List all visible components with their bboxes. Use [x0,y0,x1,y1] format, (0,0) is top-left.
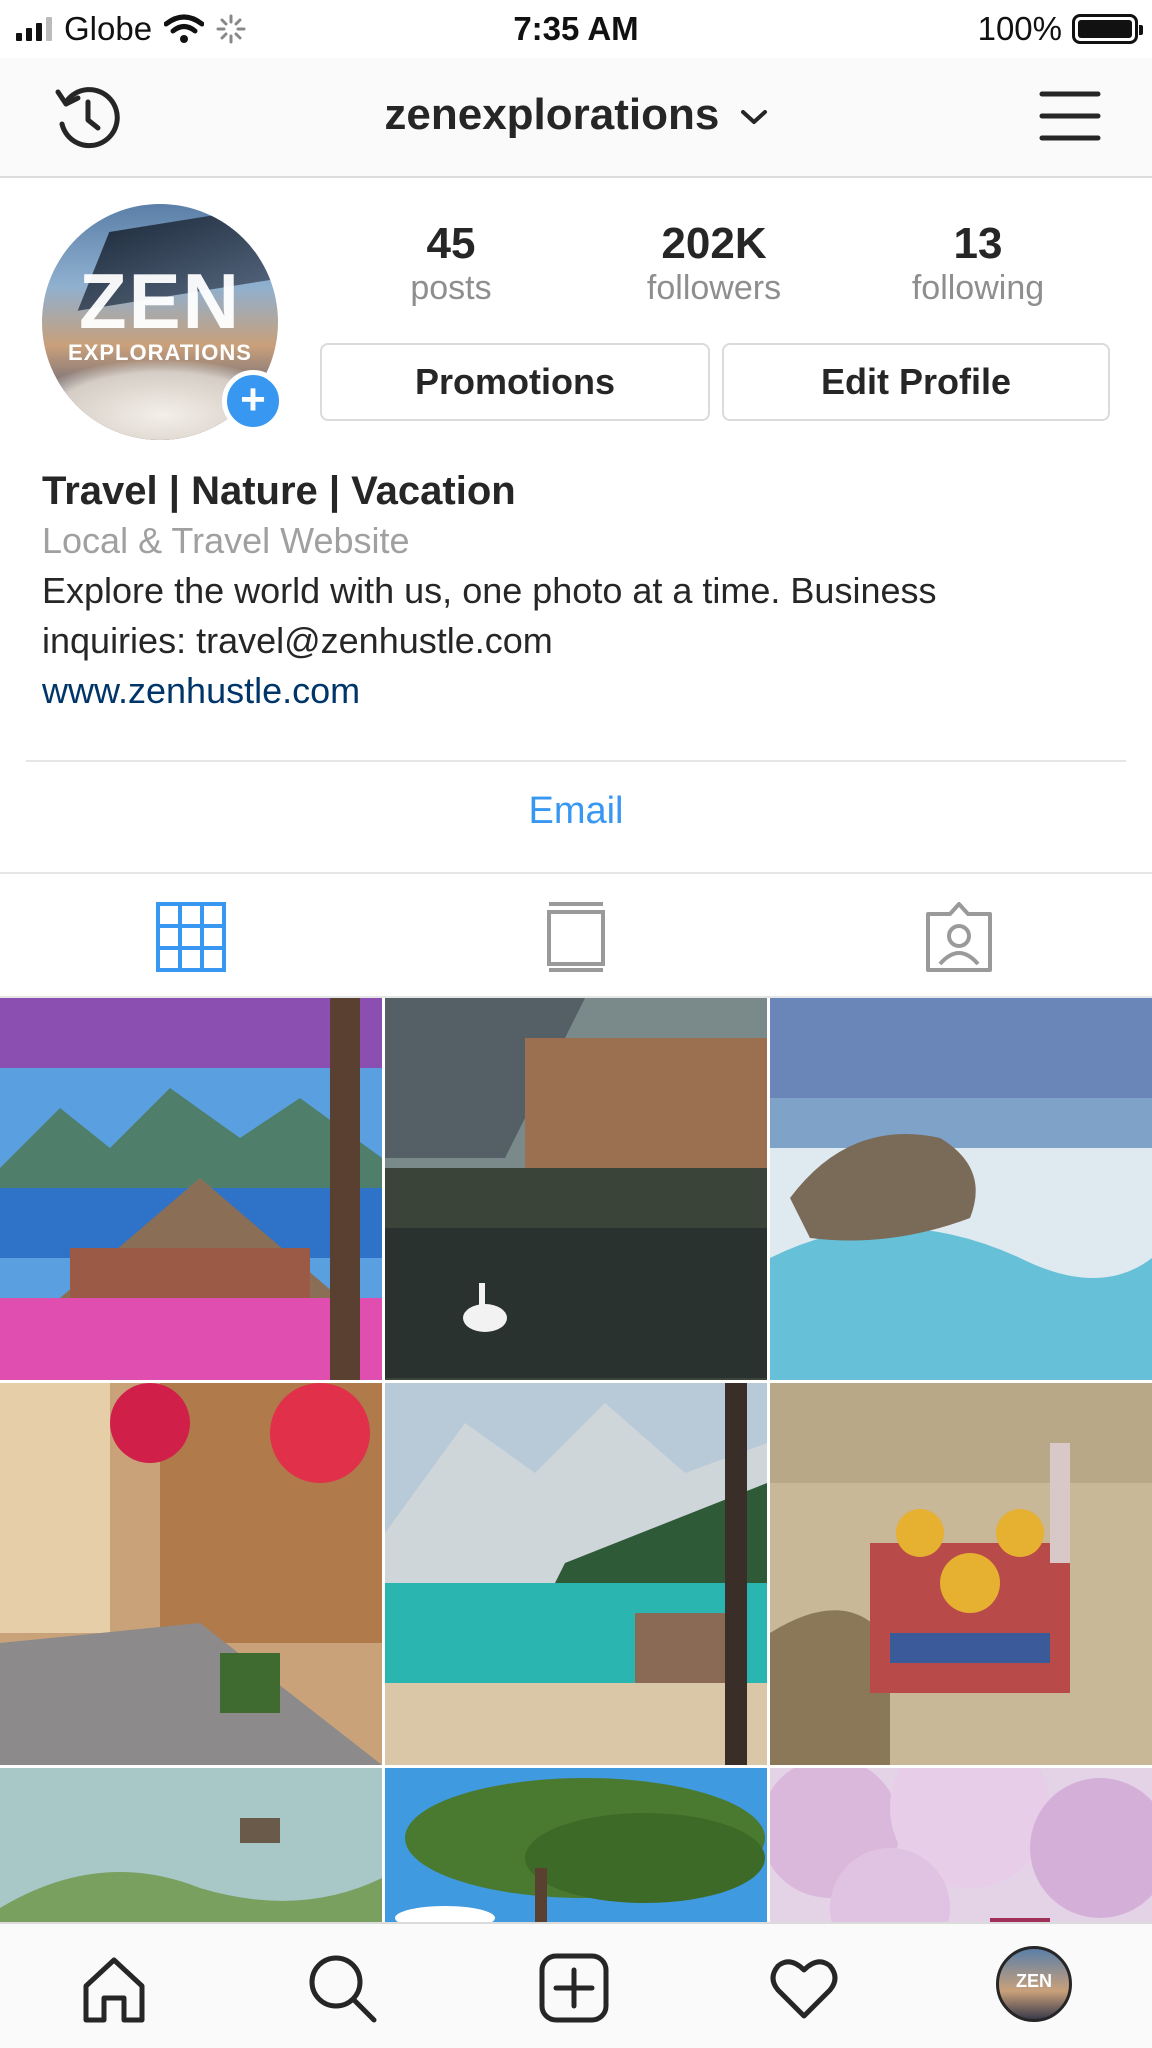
add-story-button[interactable]: + [222,370,284,432]
profile-bio: Travel | Nature | Vacation Local & Trave… [42,466,1122,716]
username-switcher[interactable]: zenexplorations [0,90,1152,140]
photo-grid [0,998,1152,2048]
divider [26,760,1126,762]
battery-percent: 100% [977,10,1062,47]
grid-photo-golden-dome-church[interactable] [770,1383,1152,1765]
add-post-icon[interactable] [538,1952,610,2024]
home-icon[interactable] [78,1952,150,2024]
status-right: 100% [977,10,1143,48]
profile-tab-avatar[interactable]: ZEN [996,1946,1072,2022]
tagged-icon[interactable] [922,900,996,974]
profile-header: zenexplorations [0,58,1152,178]
stat-label: posts [410,269,492,308]
grid-photo-braies-lake-mountains[interactable] [385,1383,767,1765]
bottom-navigation: ZEN [0,1922,1152,2048]
grid-photo-frozen-coast-boulder[interactable] [770,998,1152,1380]
bio-line: inquiries: travel@zenhustle.com [42,620,553,661]
search-icon[interactable] [306,1952,378,2024]
promotions-button[interactable]: Promotions [320,343,710,421]
stat-value: 202K [661,219,767,268]
stat-value: 13 [953,219,1003,268]
website-link[interactable]: www.zenhustle.com [42,666,1122,716]
stat-posts[interactable]: 45 posts [351,219,551,309]
avatar-logo-text: ZEN [79,257,241,345]
avatar-logo-subtext: EXPLORATIONS [68,340,252,365]
profile-name: Travel | Nature | Vacation [42,469,516,513]
stat-label: followers [646,269,782,308]
chevron-down-icon [740,110,767,125]
feed-icon[interactable] [539,900,613,974]
email-button[interactable]: Email [0,790,1152,833]
stat-value: 45 [426,219,476,268]
edit-profile-button[interactable]: Edit Profile [722,343,1110,421]
username-label: zenexplorations [384,90,720,139]
grid-photo-hallstatt-lake-swan[interactable] [385,998,767,1380]
grid-photo-wisteria-lake-cottage[interactable] [0,998,382,1380]
activity-heart-icon[interactable] [768,1952,840,2024]
nav-avatar-text: ZEN [1016,1971,1052,1991]
grid-icon[interactable] [154,900,228,974]
bio-line: Explore the world with us, one photo at … [42,570,937,611]
profile-category: Local & Travel Website [42,520,410,561]
battery-icon [1072,14,1143,44]
status-bar: Globe 7:35 AM 100% [0,0,1152,58]
grid-photo-flower-street[interactable] [0,1383,382,1765]
stat-followers[interactable]: 202K followers [614,219,814,309]
stat-following[interactable]: 13 following [878,219,1078,309]
stat-label: following [911,269,1045,308]
profile-tabs [0,872,1152,998]
menu-icon[interactable] [1038,88,1102,144]
